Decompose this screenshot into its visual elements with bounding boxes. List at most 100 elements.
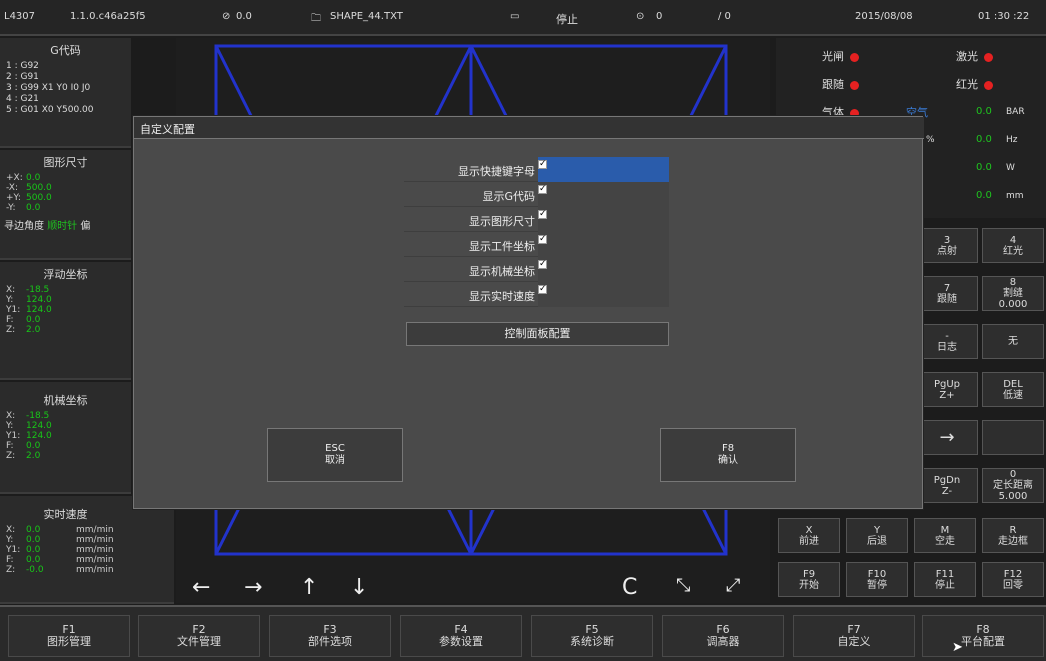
start-button[interactable]: F9 开始 [778, 562, 840, 597]
option-show-shape-size[interactable]: 显示图形尺寸 ✓ [404, 207, 669, 232]
realtime-speed-title: 实时速度 [43, 508, 88, 521]
coord-row: Z: 2.0 [6, 325, 41, 335]
empty-button [982, 420, 1044, 455]
gcode-line: 5 : G01 X0 Y500.00 [6, 105, 94, 115]
checkbox[interactable]: ✓ [538, 160, 547, 169]
option-show-shortcut-letters[interactable]: 显示快捷键字母 ✓ [404, 157, 669, 182]
option-field[interactable] [538, 182, 669, 207]
option-field[interactable] [538, 282, 669, 307]
pan-right-icon[interactable]: → [244, 575, 262, 600]
coord-row: F: 0.0 [6, 441, 41, 451]
machine-coords-title: 机械坐标 [43, 394, 88, 407]
fixed-distance-button[interactable]: 0 定长距离 5.000 [982, 468, 1044, 503]
counter-total: / 0 [718, 11, 731, 22]
coord-row: Y: 124.0 [6, 295, 52, 305]
z-down-button[interactable]: PgDn Z- [916, 468, 978, 503]
coord-row: Y: 124.0 [6, 421, 52, 431]
red-light-indicator: 红光 [956, 76, 993, 92]
low-speed-button[interactable]: DEL 低速 [982, 372, 1044, 407]
point-shot-button[interactable]: 3 点射 [916, 228, 978, 263]
time-label: 01 :30 :22 [978, 11, 1030, 22]
z-up-button[interactable]: PgUp Z+ [916, 372, 978, 407]
f3-parts-button[interactable]: F3 部件选项 [269, 615, 391, 657]
status-dot [984, 80, 993, 90]
custom-config-dialog: 自定义配置 显示快捷键字母 ✓ 显示G代码 ✓ 显示图形尺寸 ✓ 显示工件坐标 … [133, 116, 924, 509]
home-button[interactable]: F12 回零 [982, 562, 1044, 597]
shape-size-row: +Y: 500.0 [6, 193, 52, 203]
option-show-work-coords[interactable]: 显示工件坐标 ✓ [404, 232, 669, 257]
option-label: 显示G代码 [482, 190, 535, 203]
option-field[interactable] [538, 157, 669, 182]
follow-button[interactable]: 7 跟随 [916, 276, 978, 311]
f6-height-controller-button[interactable]: F6 调高器 [662, 615, 784, 657]
coord-row: Y1: 124.0 [6, 431, 52, 441]
cancel-key: ESC [325, 443, 345, 454]
shape-size-title: 图形尺寸 [43, 156, 88, 169]
checkbox[interactable]: ✓ [538, 210, 547, 219]
gauge-icon: ⊘ [222, 11, 231, 22]
version-label: 1.1.0.c46a25f5 [70, 11, 146, 22]
status-dot [850, 52, 859, 62]
follow-indicator: 跟随 [822, 76, 859, 92]
gcode-panel: G代码 1 : G92 2 : G91 3 : G99 X1 Y0 I0 J0 … [0, 38, 131, 148]
f2-files-button[interactable]: F2 文件管理 [138, 615, 260, 657]
kerf-button[interactable]: 8 割缝 0.000 [982, 276, 1044, 311]
target-icon: ⊙ [636, 11, 645, 22]
cancel-label: 取消 [325, 455, 345, 466]
speed-value: 0.0 [236, 11, 252, 22]
forward-button[interactable]: X 前进 [778, 518, 840, 553]
frequency-value: 0.0 [976, 134, 992, 145]
float-coords-panel: 浮动坐标 X: -18.5 Y: 124.0 Y1: 124.0 F: 0.0 Z: 2.… [0, 262, 131, 380]
backward-button[interactable]: Y 后退 [846, 518, 908, 553]
checkbox[interactable]: ✓ [538, 185, 547, 194]
checkbox[interactable]: ✓ [538, 260, 547, 269]
confirm-key: F8 [721, 443, 735, 454]
control-panel-config-button[interactable]: 控制面板配置 [406, 322, 669, 346]
pressure-unit: BAR [1006, 107, 1025, 117]
dry-run-button[interactable]: M 空走 [914, 518, 976, 553]
red-light-button[interactable]: 4 红光 [982, 228, 1044, 263]
checkbox[interactable]: ✓ [538, 285, 547, 294]
pan-up-icon[interactable]: ↑ [300, 575, 318, 600]
status-dot [850, 80, 859, 90]
gcode-line: 2 : G91 [6, 72, 39, 82]
pan-left-icon[interactable]: ← [192, 575, 210, 600]
stop-button[interactable]: F11 停止 [914, 562, 976, 597]
shape-size-row: +X: 0.0 [6, 173, 41, 183]
checkbox[interactable]: ✓ [538, 235, 547, 244]
f7-custom-button[interactable]: F7 自定义 [793, 615, 915, 657]
option-label: 显示图形尺寸 [469, 215, 535, 228]
f4-params-button[interactable]: F4 参数设置 [400, 615, 522, 657]
pressure-value: 0.0 [976, 106, 992, 117]
pan-down-icon[interactable]: ↓ [350, 575, 368, 600]
shape-size-row: -X: 500.0 [6, 183, 52, 193]
option-show-realtime-speed[interactable]: 显示实时速度 ✓ [404, 282, 669, 307]
log-button[interactable]: - 日志 [916, 324, 978, 359]
option-show-gcode[interactable]: 显示G代码 ✓ [404, 182, 669, 207]
f5-diagnostics-button[interactable]: F5 系统诊断 [531, 615, 653, 657]
edge-angle-row: 寻边角度 顺时针 偏 [0, 217, 131, 232]
trace-frame-button[interactable]: R 走边框 [982, 518, 1044, 553]
option-field[interactable] [538, 207, 669, 232]
machine-id: L4307 [4, 11, 36, 22]
refresh-icon[interactable]: C [622, 575, 637, 600]
speed-row: Z: -0.0 mm/min [6, 565, 114, 575]
gcode-line: 4 : G21 [6, 94, 39, 104]
frequency-unit: Hz [1006, 135, 1018, 145]
speed-row: Y1: 0.0 mm/min [6, 545, 114, 555]
move-right-button[interactable]: → [916, 420, 978, 455]
cancel-button[interactable]: ESC 取消 [267, 428, 403, 482]
option-field[interactable] [538, 257, 669, 282]
zoom-out-icon[interactable]: ⤡ [676, 575, 690, 596]
option-field[interactable] [538, 232, 669, 257]
edge-angle-value: 顺时针 [47, 221, 78, 232]
pause-button[interactable]: F10 暂停 [846, 562, 908, 597]
confirm-button[interactable]: F8 确认 [660, 428, 796, 482]
f1-graphics-button[interactable]: F1 图形管理 [8, 615, 130, 657]
none-button[interactable]: 无 [982, 324, 1044, 359]
zoom-in-icon[interactable]: ⤢ [726, 575, 740, 596]
coord-row: F: 0.0 [6, 315, 41, 325]
option-show-machine-coords[interactable]: 显示机械坐标 ✓ [404, 257, 669, 282]
f8-platform-button[interactable]: F8 平台配置 [922, 615, 1044, 657]
speed-row: X: 0.0 mm/min [6, 525, 114, 535]
